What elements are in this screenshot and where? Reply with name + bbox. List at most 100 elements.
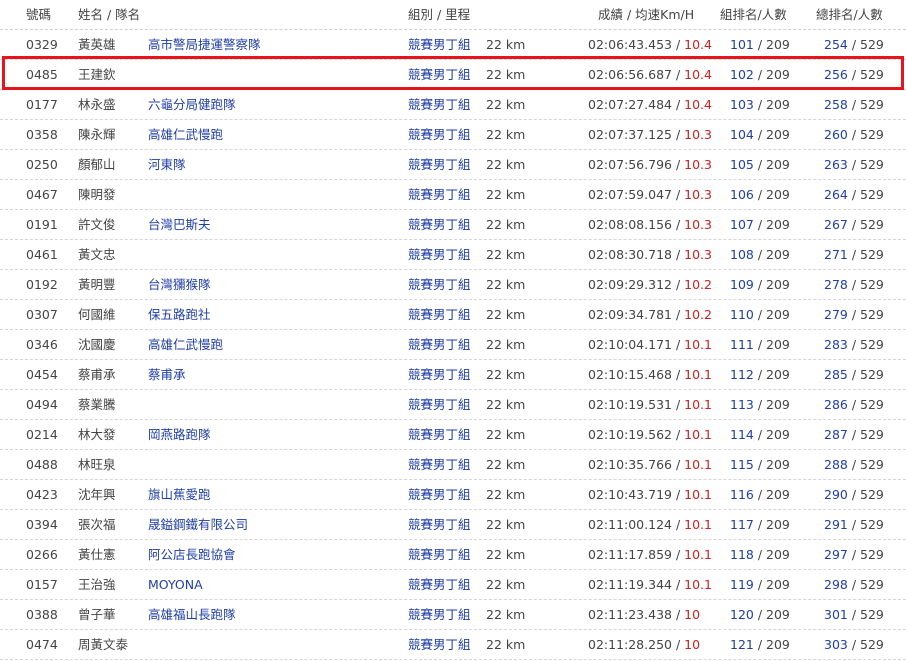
average-speed: 10.1	[684, 397, 712, 412]
table-row[interactable]: 0474 周黃文泰 競賽男丁組 22 km 02:11:28.250 / 10 121 /…	[0, 630, 906, 660]
group-link[interactable]: 競賽男丁組	[408, 60, 471, 89]
overall-rank-value: 271	[824, 247, 848, 262]
average-speed: 10.1	[684, 427, 712, 442]
group-link[interactable]: 競賽男丁組	[408, 540, 471, 569]
overall-total: 529	[860, 307, 884, 322]
runner-name: 王建欽	[78, 67, 116, 82]
table-row[interactable]: 0358 陳永輝 高雄仁武慢跑 競賽男丁組 22 km 02:07:37.125 / 10…	[0, 120, 906, 150]
group-link[interactable]: 競賽男丁組	[408, 480, 471, 509]
group-link[interactable]: 競賽男丁組	[408, 630, 471, 659]
distance: 22 km	[486, 337, 526, 352]
team-link[interactable]: 河東隊	[148, 150, 186, 179]
group-total: 209	[766, 577, 790, 592]
group-link[interactable]: 競賽男丁組	[408, 210, 471, 239]
runner-name: 黃明豐	[78, 277, 116, 292]
table-row[interactable]: 0454 蔡甫承 蔡甫承 競賽男丁組 22 km 02:10:15.468 / 10.1 1…	[0, 360, 906, 390]
table-row[interactable]: 0250 顏郁山 河東隊 競賽男丁組 22 km 02:07:56.796 / 10.3 1…	[0, 150, 906, 180]
group-link[interactable]: 競賽男丁組	[408, 30, 471, 59]
table-row[interactable]: 0192 黃明豐 台灣獼猴隊 競賽男丁組 22 km 02:09:29.312 / 10.…	[0, 270, 906, 300]
group-total: 209	[766, 607, 790, 622]
team-link[interactable]: 岡燕路跑隊	[148, 420, 211, 449]
table-row[interactable]: 0388 曾子華 高雄福山長跑隊 競賽男丁組 22 km 02:11:23.438 / 1…	[0, 600, 906, 630]
overall-total: 529	[860, 37, 884, 52]
bib-number: 0494	[26, 397, 58, 412]
average-speed: 10.3	[684, 217, 712, 232]
table-row[interactable]: 0266 黃仕憲 阿公店長跑協會 競賽男丁組 22 km 02:11:17.859 / 1…	[0, 540, 906, 570]
table-row[interactable]: 0394 張次福 晟鎰鋼鐵有限公司 競賽男丁組 22 km 02:11:00.124 / …	[0, 510, 906, 540]
group-rank-value: 103	[730, 97, 754, 112]
average-speed: 10.1	[684, 457, 712, 472]
table-row[interactable]: 0214 林大發 岡燕路跑隊 競賽男丁組 22 km 02:10:19.562 / 10.…	[0, 420, 906, 450]
team-link[interactable]: 高雄福山長跑隊	[148, 600, 236, 629]
team-link[interactable]: 保五路跑社	[148, 300, 211, 329]
group-link[interactable]: 競賽男丁組	[408, 570, 471, 599]
table-row[interactable]: 0467 陳明發 競賽男丁組 22 km 02:07:59.047 / 10.3 106 …	[0, 180, 906, 210]
group-link[interactable]: 競賽男丁組	[408, 240, 471, 269]
team-link[interactable]: 高市警局捷運警察隊	[148, 30, 261, 59]
finish-time: 02:08:30.718 / 10.3	[588, 247, 712, 262]
group-rank: 104 / 209	[730, 127, 790, 142]
runner-name: 林旺泉	[78, 457, 116, 472]
table-row[interactable]: 0494 蔡業騰 競賽男丁組 22 km 02:10:19.531 / 10.1 113 …	[0, 390, 906, 420]
team-link[interactable]: 高雄仁武慢跑	[148, 330, 223, 359]
group-link[interactable]: 競賽男丁組	[408, 90, 471, 119]
group-total: 209	[766, 277, 790, 292]
group-link[interactable]: 競賽男丁組	[408, 450, 471, 479]
group-link[interactable]: 競賽男丁組	[408, 150, 471, 179]
group-rank: 102 / 209	[730, 67, 790, 82]
finish-time: 02:11:00.124 / 10.1	[588, 517, 712, 532]
group-link[interactable]: 競賽男丁組	[408, 390, 471, 419]
time-value: 02:09:29.312	[588, 277, 672, 292]
overall-total: 529	[860, 487, 884, 502]
overall-rank: 264 / 529	[824, 187, 884, 202]
group-rank-value: 106	[730, 187, 754, 202]
group-link[interactable]: 競賽男丁組	[408, 420, 471, 449]
overall-rank-value: 301	[824, 607, 848, 622]
overall-rank-value: 263	[824, 157, 848, 172]
overall-rank: 263 / 529	[824, 157, 884, 172]
group-link[interactable]: 競賽男丁組	[408, 330, 471, 359]
team-link[interactable]: 台灣獼猴隊	[148, 270, 211, 299]
team-link[interactable]: 蔡甫承	[148, 360, 186, 389]
distance: 22 km	[486, 577, 526, 592]
group-rank-value: 105	[730, 157, 754, 172]
table-row[interactable]: 0461 黃文忠 競賽男丁組 22 km 02:08:30.718 / 10.3 108 …	[0, 240, 906, 270]
table-row[interactable]: 0157 王治強 MOYONA 競賽男丁組 22 km 02:11:19.344 / 10…	[0, 570, 906, 600]
overall-rank-value: 254	[824, 37, 848, 52]
table-row[interactable]: 0329 黃英雄 高市警局捷運警察隊 競賽男丁組 22 km 02:06:43.453 /…	[0, 30, 906, 60]
group-total: 209	[766, 517, 790, 532]
group-link[interactable]: 競賽男丁組	[408, 510, 471, 539]
overall-rank: 287 / 529	[824, 427, 884, 442]
team-link[interactable]: 高雄仁武慢跑	[148, 120, 223, 149]
bib-number: 0192	[26, 277, 58, 292]
group-link[interactable]: 競賽男丁組	[408, 120, 471, 149]
group-link[interactable]: 競賽男丁組	[408, 360, 471, 389]
table-row[interactable]: 0488 林旺泉 競賽男丁組 22 km 02:10:35.766 / 10.1 115 …	[0, 450, 906, 480]
overall-rank: 256 / 529	[824, 67, 884, 82]
team-link[interactable]: 台灣巴斯夫	[148, 210, 211, 239]
table-row[interactable]: 0177 林永盛 六龜分局健跑隊 競賽男丁組 22 km 02:07:27.484 / 1…	[0, 90, 906, 120]
table-row[interactable]: 0485 王建欽 競賽男丁組 22 km 02:06:56.687 / 10.4 102 …	[0, 60, 906, 90]
team-link[interactable]: 阿公店長跑協會	[148, 540, 236, 569]
group-link[interactable]: 競賽男丁組	[408, 600, 471, 629]
table-row[interactable]: 0346 沈國慶 高雄仁武慢跑 競賽男丁組 22 km 02:10:04.171 / 10…	[0, 330, 906, 360]
team-link[interactable]: 六龜分局健跑隊	[148, 90, 236, 119]
time-value: 02:07:56.796	[588, 157, 672, 172]
distance: 22 km	[486, 517, 526, 532]
group-link[interactable]: 競賽男丁組	[408, 300, 471, 329]
group-link[interactable]: 競賽男丁組	[408, 270, 471, 299]
table-row[interactable]: 0307 何國維 保五路跑社 競賽男丁組 22 km 02:09:34.781 / 10.…	[0, 300, 906, 330]
runner-name: 林大發	[78, 427, 116, 442]
average-speed: 10.3	[684, 247, 712, 262]
table-row[interactable]: 0191 許文俊 台灣巴斯夫 競賽男丁組 22 km 02:08:08.156 / 10.…	[0, 210, 906, 240]
time-value: 02:06:43.453	[588, 37, 672, 52]
runner-name: 顏郁山	[78, 157, 116, 172]
table-row[interactable]: 0423 沈年興 旗山蕉愛跑 競賽男丁組 22 km 02:10:43.719 / 10.…	[0, 480, 906, 510]
time-value: 02:06:56.687	[588, 67, 672, 82]
group-link[interactable]: 競賽男丁組	[408, 180, 471, 209]
overall-total: 529	[860, 157, 884, 172]
team-link[interactable]: 晟鎰鋼鐵有限公司	[148, 510, 248, 539]
team-link[interactable]: 旗山蕉愛跑	[148, 480, 211, 509]
team-link[interactable]: MOYONA	[148, 570, 203, 599]
overall-rank-value: 278	[824, 277, 848, 292]
